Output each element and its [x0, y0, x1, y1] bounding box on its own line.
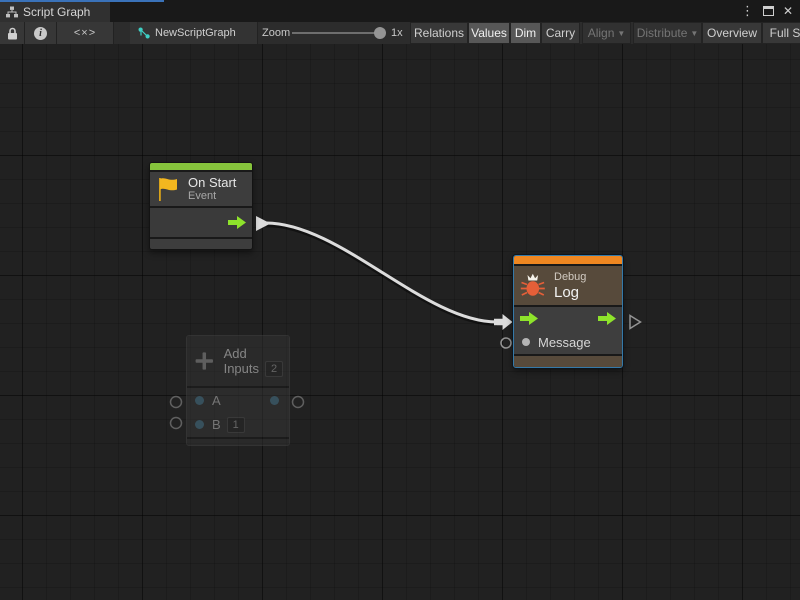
trigger-output-port[interactable]: [630, 316, 641, 329]
flow-input-arrow-icon[interactable]: [520, 312, 538, 325]
port-b-row: B 1: [187, 413, 289, 436]
flag-icon: [156, 175, 180, 203]
node-footer: [187, 439, 289, 445]
node-on-start[interactable]: On Start Event: [149, 162, 253, 250]
node-add-ghost[interactable]: Add Inputs 2 A B 1: [186, 335, 290, 446]
message-port-dot[interactable]: [522, 338, 530, 346]
on-start-header: On Start Event: [150, 172, 252, 206]
node-title: On Start: [188, 175, 236, 190]
message-port-socket[interactable]: [501, 338, 511, 348]
connection-wire[interactable]: [266, 223, 497, 322]
port-a-label: A: [212, 393, 221, 408]
node-subtitle: Inputs: [224, 361, 259, 376]
node-footer: [150, 239, 252, 249]
flow-output-arrow-icon[interactable]: [598, 312, 616, 325]
node-category: Debug: [554, 271, 586, 284]
inputs-count-field[interactable]: 2: [265, 361, 283, 377]
port-b-value-field[interactable]: 1: [227, 417, 245, 433]
script-graph-window: Script Graph ⋮ ✕ i <×> NewScri: [0, 0, 800, 600]
node-title: Log: [554, 284, 586, 301]
port-a-dot[interactable]: [195, 396, 204, 405]
port-b-dot[interactable]: [195, 420, 204, 429]
sum-output-socket[interactable]: [293, 397, 304, 408]
trigger-input-arrow[interactable]: [494, 314, 513, 330]
debug-accent-bar: [514, 256, 622, 264]
wire-start-arrow[interactable]: [256, 216, 271, 231]
add-ports: A B 1: [187, 388, 289, 437]
port-b-socket[interactable]: [171, 418, 182, 429]
trigger-port-row: [514, 307, 622, 330]
node-subtitle: Event: [188, 190, 236, 203]
debug-log-header: Debug Log: [514, 266, 622, 305]
bug-icon: [520, 272, 546, 299]
port-a-socket[interactable]: [171, 397, 182, 408]
node-footer: [514, 356, 622, 367]
wire-shadow: [266, 225, 497, 324]
connections-layer: [0, 0, 800, 600]
plus-icon: [193, 348, 216, 374]
message-port-label: Message: [538, 335, 591, 350]
node-title: Add: [224, 346, 283, 361]
flow-output-arrow-icon[interactable]: [228, 216, 246, 229]
event-accent-bar: [150, 163, 252, 170]
sum-output-dot[interactable]: [270, 396, 279, 405]
node-debug-log[interactable]: Debug Log Message: [513, 255, 623, 368]
port-a-row: A: [187, 389, 289, 412]
add-header: Add Inputs 2: [187, 336, 289, 386]
port-b-label: B: [212, 417, 221, 432]
message-port-row: Message: [514, 331, 622, 354]
on-start-ports: [150, 208, 252, 237]
debug-log-ports: Message: [514, 307, 622, 354]
